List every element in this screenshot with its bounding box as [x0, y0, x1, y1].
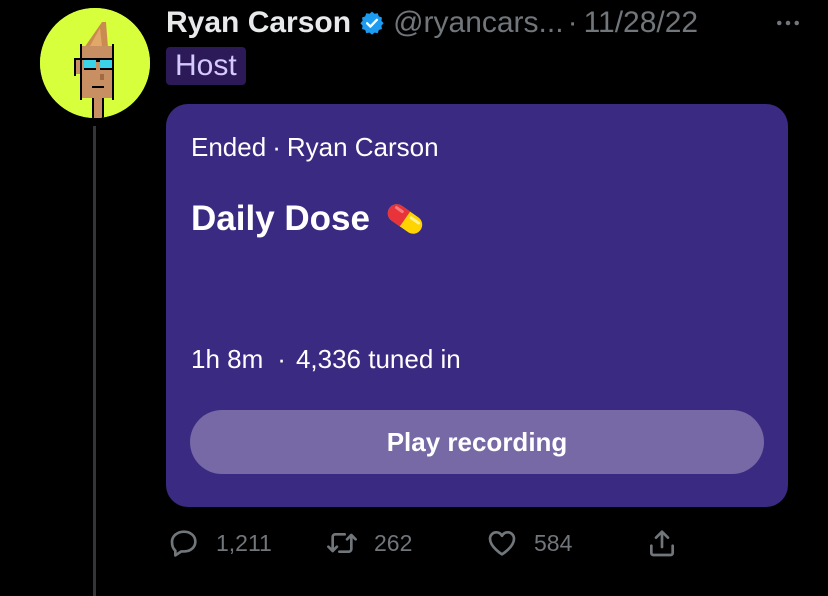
play-recording-button[interactable]: Play recording — [190, 410, 764, 474]
space-duration: 1h 8m — [191, 344, 264, 374]
like-button[interactable]: 584 — [486, 522, 572, 564]
author-display-name[interactable]: Ryan Carson — [166, 6, 351, 40]
space-title-text: Daily Dose — [191, 199, 370, 238]
author-handle[interactable]: @ryancars... — [393, 6, 564, 40]
retweet-icon — [327, 533, 357, 553]
pill-icon — [382, 196, 428, 242]
host-badge: Host — [166, 47, 246, 85]
retweet-count: 262 — [374, 529, 413, 556]
space-title: Daily Dose — [191, 196, 428, 242]
header-separator: · — [567, 6, 578, 39]
reply-icon — [170, 530, 197, 557]
author-avatar[interactable] — [40, 8, 150, 118]
reply-count: 1,211 — [216, 529, 272, 556]
reply-button[interactable]: 1,211 — [168, 522, 272, 564]
tweet-header: Ryan Carson @ryancars... · 11/28/22 — [166, 4, 808, 42]
space-status: Ended — [191, 132, 267, 162]
thread-connector-line — [93, 126, 96, 596]
tweet-date[interactable]: 11/28/22 — [584, 6, 699, 40]
share-icon — [650, 530, 674, 557]
space-stats: 1h 8m · 4,336 tuned in — [191, 344, 461, 375]
space-listeners: 4,336 tuned in — [295, 344, 461, 374]
pixel-punk-avatar-icon — [40, 8, 150, 118]
more-icon — [777, 20, 799, 26]
share-button[interactable] — [646, 522, 678, 564]
tweet-actions: 1,211 262 584 — [166, 522, 706, 564]
verified-badge-icon — [359, 10, 385, 36]
stats-separator: · — [277, 344, 286, 374]
more-options-button[interactable] — [768, 6, 808, 40]
space-meta: Ended · Ryan Carson — [191, 132, 439, 163]
retweet-button[interactable]: 262 — [326, 522, 412, 564]
meta-separator: · — [272, 132, 281, 162]
like-count: 584 — [534, 529, 573, 556]
heart-icon — [488, 531, 516, 556]
space-host-name: Ryan Carson — [286, 132, 439, 162]
space-card[interactable]: Ended · Ryan Carson Daily Dose 1h 8m · 4,336… — [166, 104, 788, 507]
